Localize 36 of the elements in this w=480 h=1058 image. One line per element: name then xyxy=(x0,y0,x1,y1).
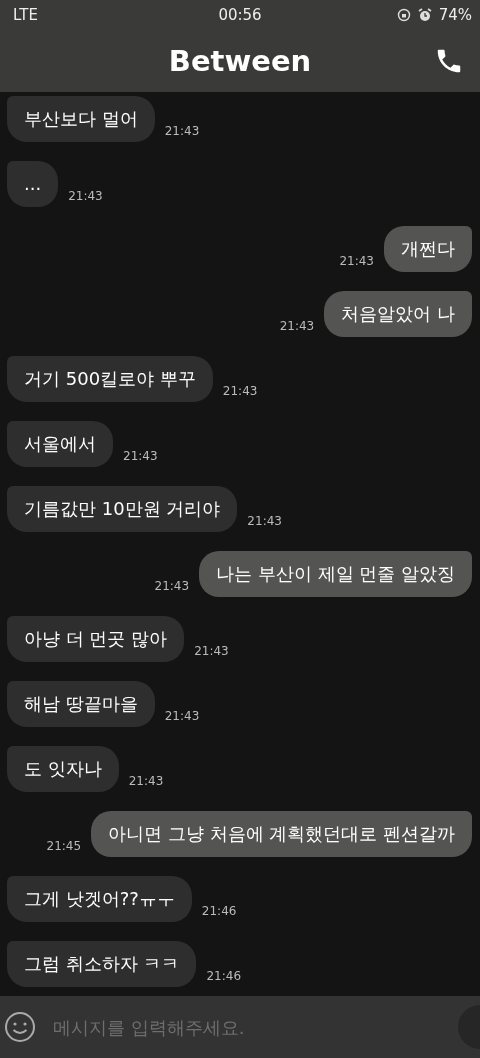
message-time: 21:46 xyxy=(206,969,242,983)
message-time: 21:46 xyxy=(201,904,237,918)
message-time: 21:43 xyxy=(222,384,258,398)
message-time: 21:45 xyxy=(46,839,82,853)
emoji-icon[interactable] xyxy=(4,1011,36,1043)
message-time: 21:43 xyxy=(154,579,190,593)
clock: 00:56 xyxy=(218,6,262,24)
message-bubble: 부산보다 멀어 xyxy=(7,96,155,142)
message-time: 21:43 xyxy=(123,449,158,463)
message-bubble: 거기 500킬로야 뿌꾸 xyxy=(7,356,213,402)
network-label: LTE xyxy=(13,6,38,24)
message-time: 21:43 xyxy=(247,514,282,528)
battery-label: 74% xyxy=(438,6,472,24)
message-time: 21:43 xyxy=(128,774,164,788)
message-time: 21:43 xyxy=(164,709,200,723)
message-time: 21:43 xyxy=(68,189,103,203)
message-bubble: ... xyxy=(7,161,59,207)
message-bubble: 서울에서 xyxy=(7,421,113,467)
message-time: 21:43 xyxy=(279,319,315,333)
alarm-clock-icon xyxy=(417,8,432,22)
message-bubble: 도 잇자나 xyxy=(7,746,119,792)
app-title: Between xyxy=(168,44,312,78)
message-bubble: 해남 땅끝마을 xyxy=(7,681,155,727)
message-bubble: 개쩐다 xyxy=(384,226,472,272)
message-bubble: 나는 부산이 제일 먼줄 알았징 xyxy=(199,551,472,597)
message-bubble: 아냥 더 먼곳 많아 xyxy=(7,616,185,662)
message-time: 21:43 xyxy=(194,644,229,658)
message-bubble: 아니면 그냥 처음에 계획했던대로 펜션갈까 xyxy=(91,811,472,857)
message-time: 21:43 xyxy=(164,124,200,138)
message-bubble: 그게 낫겟어??ㅠㅜ xyxy=(7,876,192,922)
message-time: 21:43 xyxy=(339,254,374,268)
message-bubble: 기름값만 10만원 거리야 xyxy=(7,486,238,532)
rotation-lock-icon xyxy=(396,8,411,22)
message-bubble: 그럼 취소하자 ㅋㅋ xyxy=(7,941,197,987)
message-bubble: 처음알았어 나 xyxy=(324,291,472,337)
message-input[interactable]: 메시지를 입력해주세요. xyxy=(0,996,480,1058)
